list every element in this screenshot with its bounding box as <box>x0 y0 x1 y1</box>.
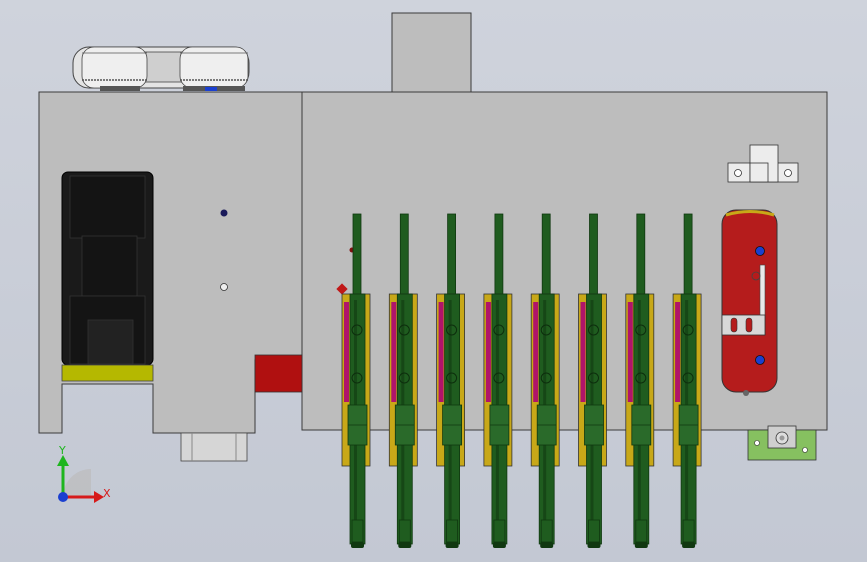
triad-y-label: Y <box>58 444 66 457</box>
coordinate-triad: Y X <box>57 444 111 503</box>
cad-viewport[interactable]: Y X <box>0 0 867 562</box>
housing-hole-upper <box>220 209 228 217</box>
housing-hole-lower <box>220 283 228 291</box>
belt-pulley-assembly <box>72 46 250 91</box>
triad-x-label: X <box>103 487 111 500</box>
triad-z-axis <box>58 492 68 502</box>
stepper-motor <box>61 171 154 382</box>
top-tower-block <box>391 12 472 94</box>
base-bracket <box>747 425 817 461</box>
red-block <box>254 354 303 393</box>
bottom-connector <box>180 432 248 462</box>
cam-plate <box>721 209 778 396</box>
motor-band <box>61 364 154 382</box>
